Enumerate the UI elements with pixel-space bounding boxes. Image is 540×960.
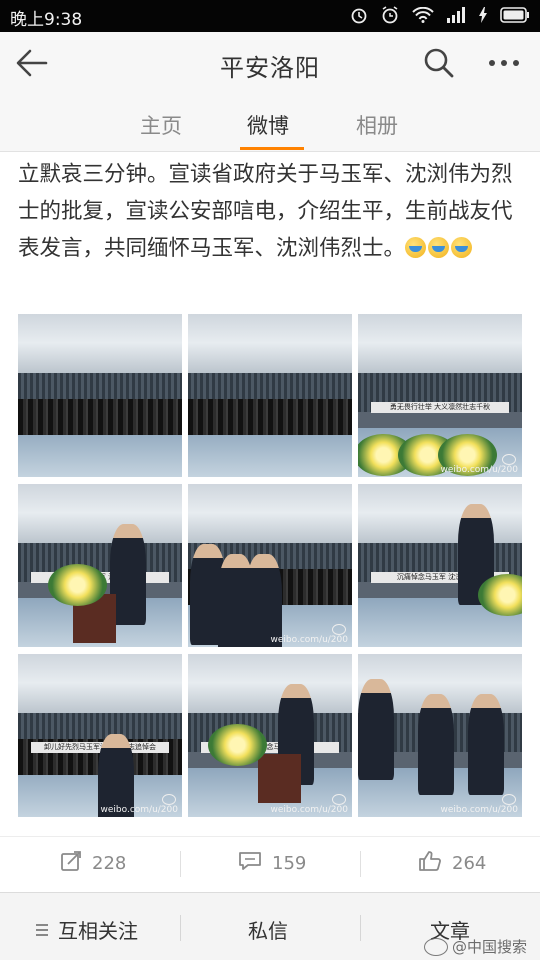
post-photo[interactable]: weibo.com/u/200 — [358, 654, 522, 817]
post-actions: 228 159 264 — [0, 836, 540, 890]
weibo-logo-icon — [424, 937, 448, 956]
message-label: 私信 — [248, 919, 288, 943]
battery-icon — [500, 7, 530, 27]
post-photo[interactable]: 卸儿好先烈马玉军沈浏伟同志追悼会 weibo.com/u/200 — [18, 654, 182, 817]
crying-emoji-icon — [405, 237, 427, 258]
photo-crowd — [18, 398, 182, 435]
like-icon — [418, 850, 442, 877]
tab-album[interactable]: 相册 — [356, 110, 398, 140]
status-time: 晚上9:38 — [10, 10, 83, 30]
photo-officer — [246, 554, 283, 647]
repost-icon — [60, 850, 82, 877]
status-bar: 晚上9:38 — [0, 0, 540, 32]
photo-floor — [18, 428, 182, 477]
post-body: 立默哀三分钟。宣读省政府关于马玉军、沈浏伟为烈士的批复，宣读公安部唁电，介绍生平… — [18, 156, 524, 267]
divider — [360, 851, 361, 877]
repost-button[interactable]: 228 — [60, 850, 126, 877]
photo-podium — [258, 754, 301, 803]
divider — [180, 915, 181, 941]
post-photo[interactable]: 沉痛悼念马玉军 沈浏伟烈士 — [358, 484, 522, 647]
photo-officer — [358, 679, 395, 781]
alarm-icon — [350, 6, 368, 28]
photo-watermark-text: weibo.com/u/200 — [270, 805, 349, 815]
photo-banner: 勇无畏行壮举 大义凛然壮志千秋 — [371, 402, 509, 414]
photo-flowers — [48, 564, 108, 607]
photo-watermark-text: weibo.com/u/200 — [100, 805, 179, 815]
photo-watermark-text: weibo.com/u/200 — [440, 805, 519, 815]
search-icon[interactable] — [422, 46, 456, 80]
repost-count: 228 — [92, 853, 127, 874]
comment-count: 159 — [272, 853, 307, 874]
photo-crowd — [188, 398, 352, 435]
like-button[interactable]: 264 — [418, 850, 486, 877]
comment-icon — [238, 850, 262, 877]
divider — [180, 851, 181, 877]
tab-home[interactable]: 主页 — [140, 110, 182, 140]
message-button[interactable]: 私信 — [248, 915, 288, 944]
more-dots-icon[interactable] — [486, 46, 526, 80]
photo-flowers — [208, 724, 268, 767]
weibo-watermark-icon — [502, 454, 516, 465]
weibo-watermark-icon — [332, 794, 346, 805]
weibo-watermark-icon — [332, 624, 346, 635]
crying-emoji-icon — [428, 237, 450, 258]
charging-icon — [478, 7, 488, 27]
divider — [360, 915, 361, 941]
photo-floor — [188, 428, 352, 477]
post-photo[interactable]: weibo.com/u/200 — [188, 484, 352, 647]
photo-watermark-text: weibo.com/u/200 — [440, 465, 519, 475]
weibo-watermark-icon — [162, 794, 176, 805]
post-photo[interactable]: 沉痛悼念马玉军 weibo.com/u/200 — [188, 654, 352, 817]
watermark-text: @中国搜索 — [452, 938, 528, 956]
crying-emoji-icon — [451, 237, 473, 258]
wifi-icon — [412, 6, 434, 27]
menu-icon — [36, 923, 48, 936]
title-bar: 平安洛阳 — [0, 32, 540, 94]
tab-weibo[interactable]: 微博 — [247, 110, 289, 140]
active-tab-indicator — [240, 147, 304, 150]
source-watermark: @中国搜索 — [424, 936, 527, 957]
weibo-watermark-icon — [502, 794, 516, 805]
photo-officer — [468, 694, 505, 796]
post-photo[interactable]: 沉痛悼念马玉军 沈浏伟烈士 — [18, 484, 182, 647]
post-photo[interactable] — [18, 314, 182, 477]
photo-watermark-text: weibo.com/u/200 — [270, 635, 349, 645]
comment-button[interactable]: 159 — [238, 850, 306, 877]
page-title: 平安洛阳 — [220, 54, 320, 82]
post-photo[interactable]: 勇无畏行壮举 大义凛然壮志千秋 weibo.com/u/200 — [358, 314, 522, 477]
alarm-clock-icon — [380, 6, 400, 28]
signal-icon — [446, 7, 466, 27]
post-photo[interactable] — [188, 314, 352, 477]
photo-officer — [418, 694, 455, 796]
follow-label: 互相关注 — [58, 919, 138, 943]
profile-tabs: 主页 微博 相册 — [0, 94, 540, 152]
like-count: 264 — [452, 853, 487, 874]
follow-button[interactable]: 互相关注 — [36, 915, 138, 944]
